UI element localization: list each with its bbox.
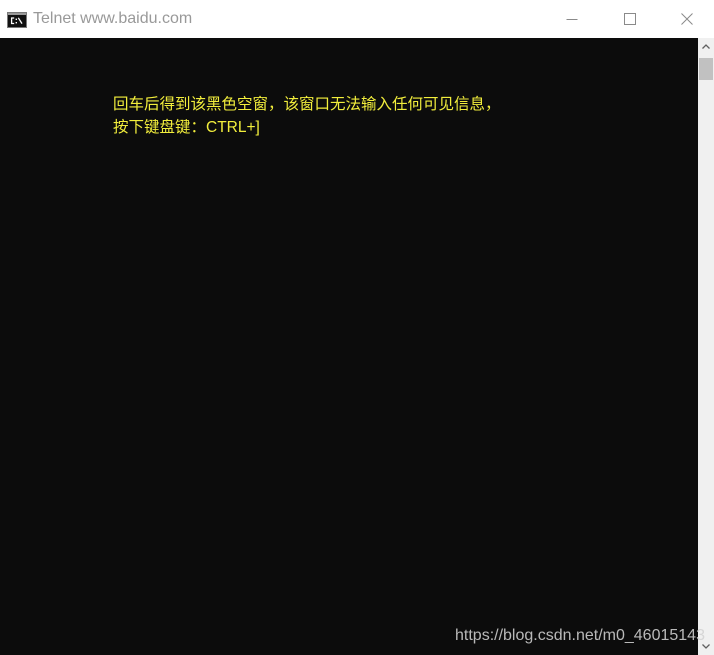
annotation-line: 按下键盘键：CTRL+] xyxy=(113,119,260,136)
console-area[interactable]: 回车后得到该黑色空窗，该窗口无法输入任何可见信息， 按下键盘键：CTRL+] xyxy=(0,38,698,655)
annotation-text: 回车后得到该黑色空窗，该窗口无法输入任何可见信息， 按下键盘键：CTRL+] xyxy=(113,93,501,139)
window-title: Telnet www.baidu.com xyxy=(33,10,193,27)
maximize-button[interactable] xyxy=(601,0,659,38)
telnet-window: Telnet www.baidu.com 回车后得到该黑色空窗，该窗口无法输入任… xyxy=(0,0,714,655)
annotation-line: 回车后得到该黑色空窗，该窗口无法输入任何可见信息， xyxy=(113,96,501,113)
scroll-up-button[interactable] xyxy=(698,38,714,55)
title-bar[interactable]: Telnet www.baidu.com xyxy=(0,0,714,38)
chevron-up-icon xyxy=(702,44,710,49)
scrollbar-thumb[interactable] xyxy=(699,58,713,80)
minimize-button[interactable] xyxy=(543,0,601,38)
console-icon[interactable] xyxy=(7,12,27,28)
maximize-icon xyxy=(624,13,636,25)
watermark: https://blog.csdn.net/m0_46015143 xyxy=(455,627,705,644)
vertical-scrollbar[interactable] xyxy=(698,38,714,655)
close-icon xyxy=(680,13,693,25)
minimize-icon xyxy=(566,19,578,20)
close-button[interactable] xyxy=(659,0,714,38)
